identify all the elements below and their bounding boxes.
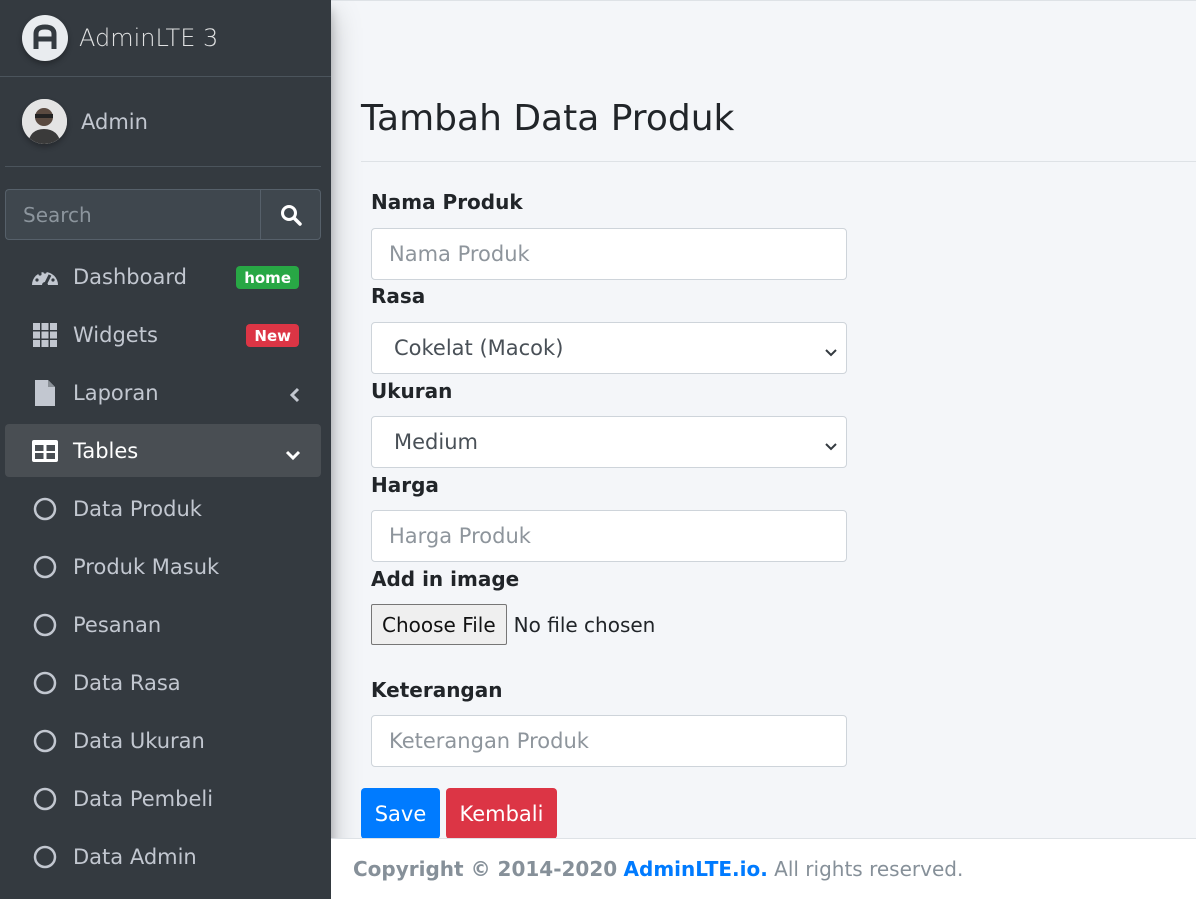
chevron-down-icon: [285, 442, 301, 466]
choose-file-button[interactable]: Choose File: [371, 604, 507, 645]
content-wrapper: Tambah Data Produk Nama Produk Rasa Coke…: [331, 0, 1196, 839]
th-grid-icon: [31, 321, 59, 349]
adminlte-link[interactable]: AdminLTE.io.: [624, 857, 768, 881]
circle-icon: [31, 611, 59, 639]
ukuran-select[interactable]: Medium: [371, 416, 847, 468]
table-icon: [31, 437, 59, 465]
avatar: [22, 99, 67, 144]
ukuran-label: Ukuran: [371, 379, 453, 403]
image-label: Add in image: [371, 567, 520, 591]
sidebar-subitem-produk-masuk[interactable]: Produk Masuk: [5, 540, 321, 593]
sidebar-item-dashboard[interactable]: Dashboard home: [5, 250, 321, 303]
sidebar-item-widgets[interactable]: Widgets New: [5, 308, 321, 361]
sidebar-subitem-data-produk[interactable]: Data Produk: [5, 482, 321, 535]
keterangan-input[interactable]: [371, 715, 847, 767]
sidebar-item-laporan[interactable]: Laporan: [5, 366, 321, 419]
brand-link[interactable]: AdminLTE 3: [0, 0, 331, 77]
main-footer: Copyright © 2014-2020 AdminLTE.io. All r…: [331, 838, 1196, 899]
file-icon: [31, 379, 59, 407]
sidebar-subitem-pesanan[interactable]: Pesanan: [5, 598, 321, 651]
file-status-text: No file chosen: [513, 612, 656, 637]
sidebar-subitem-data-rasa[interactable]: Data Rasa: [5, 656, 321, 709]
rasa-selected-value: Cokelat (Macok): [394, 336, 564, 360]
sidebar-item-label: Widgets: [73, 322, 158, 347]
search-button[interactable]: [260, 189, 321, 240]
harga-input[interactable]: [371, 510, 847, 562]
main-sidebar: AdminLTE 3 Admin Search Dashboard home W…: [0, 0, 331, 899]
nama-produk-label: Nama Produk: [371, 190, 523, 214]
harga-label: Harga: [371, 473, 439, 497]
sidebar-item-label: Produk Masuk: [73, 554, 220, 579]
circle-icon: [31, 843, 59, 871]
nama-produk-input[interactable]: [371, 228, 847, 280]
circle-icon: [31, 553, 59, 581]
sidebar-subitem-data-admin[interactable]: Data Admin: [5, 830, 321, 883]
rasa-label: Rasa: [371, 284, 426, 308]
sidebar-item-tables[interactable]: Tables: [5, 424, 321, 477]
file-input: Choose File No file chosen: [371, 604, 655, 645]
sidebar-subitem-data-ukuran[interactable]: Data Ukuran: [5, 714, 321, 767]
circle-icon: [31, 727, 59, 755]
sidebar-item-label: Data Pembeli: [73, 786, 214, 811]
title-divider: [361, 161, 1196, 162]
search-input[interactable]: [5, 189, 260, 240]
user-name: Admin: [81, 109, 148, 134]
sidebar-item-label: Pesanan: [73, 612, 162, 637]
search-icon: [280, 204, 302, 226]
circle-icon: [31, 785, 59, 813]
chevron-left-icon: [289, 384, 301, 408]
page-title: Tambah Data Produk: [361, 98, 735, 139]
copyright-text: Copyright © 2014-2020: [353, 857, 618, 881]
chevron-down-icon: [824, 435, 838, 459]
sidebar-search: [5, 189, 321, 240]
save-button[interactable]: Save: [361, 788, 440, 839]
sidebar-item-label: Data Rasa: [73, 670, 181, 695]
status-badge: New: [246, 324, 299, 347]
sidebar-item-label: Tables: [73, 438, 139, 463]
sidebar-subitem-data-pembeli[interactable]: Data Pembeli: [5, 772, 321, 825]
adminlte-logo-icon: [22, 15, 68, 61]
sidebar-nav: Dashboard home Widgets New Laporan Table…: [5, 250, 321, 888]
chevron-down-icon: [824, 341, 838, 365]
brand-title: AdminLTE 3: [79, 24, 219, 52]
status-badge: home: [236, 266, 299, 289]
user-panel[interactable]: Admin: [5, 77, 321, 167]
sidebar-item-label: Data Admin: [73, 844, 197, 869]
sidebar-item-label: Data Ukuran: [73, 728, 205, 753]
tachometer-icon: [31, 263, 59, 291]
rasa-select[interactable]: Cokelat (Macok): [371, 322, 847, 374]
circle-icon: [31, 495, 59, 523]
circle-icon: [31, 669, 59, 697]
keterangan-label: Keterangan: [371, 678, 503, 702]
kembali-button[interactable]: Kembali: [446, 788, 557, 839]
sidebar-item-label: Dashboard: [73, 264, 187, 289]
ukuran-selected-value: Medium: [394, 430, 478, 454]
sidebar-item-label: Data Produk: [73, 496, 202, 521]
sidebar-item-label: Laporan: [73, 380, 159, 405]
rights-text: All rights reserved.: [774, 857, 964, 881]
